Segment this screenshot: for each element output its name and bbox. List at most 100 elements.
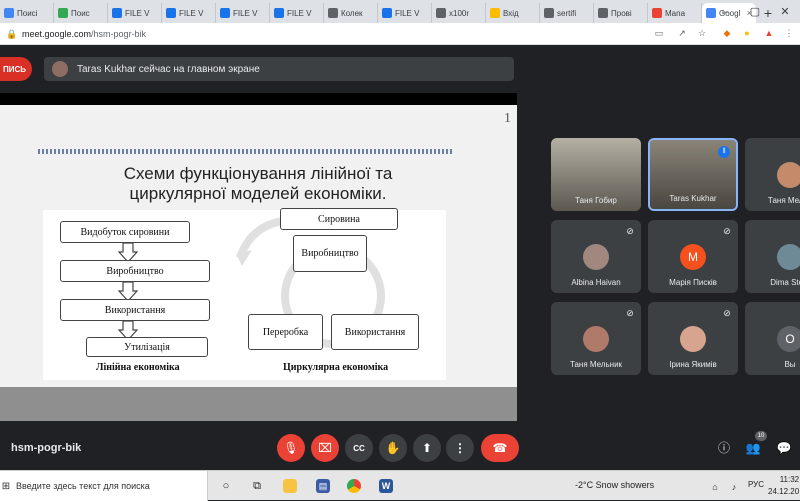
browser-tab[interactable]: FILE V <box>270 3 324 23</box>
file-explorer-icon[interactable] <box>283 479 297 493</box>
participant-name: Таня Гобир <box>575 196 617 205</box>
participant-tile[interactable]: ⊘Таня Мельн <box>745 138 800 211</box>
captions-button[interactable]: CC <box>345 434 373 462</box>
info-icon[interactable]: ⓘ <box>716 440 732 456</box>
presenting-banner: Taras Kukhar сейчас на главном экране <box>44 57 514 81</box>
browser-tab[interactable]: Mana <box>648 3 702 23</box>
browser-tab-label: Вхід <box>503 8 519 18</box>
participant-name: Таня Мельник <box>569 360 623 369</box>
taskbar-search-box[interactable]: ⊞ Введите здесь текст для поиска <box>0 471 208 501</box>
raise-hand-button[interactable]: ✋ <box>379 434 407 462</box>
browser-tab-label: Поисі <box>17 8 38 18</box>
url-path: /hsm-pogr-bik <box>91 28 147 39</box>
browser-tab-label: Mana <box>665 8 686 18</box>
windows-start-icon[interactable]: ⊞ <box>0 481 12 492</box>
browser-tab[interactable]: FILE V <box>378 3 432 23</box>
browser-tab[interactable]: sertifi <box>540 3 594 23</box>
presenting-text: Taras Kukhar сейчас на главном экране <box>77 63 260 75</box>
cortana-icon[interactable]: ○ <box>219 479 233 493</box>
participant-name: Вы <box>784 360 796 369</box>
language-indicator[interactable]: РУС <box>748 480 764 489</box>
browser-tab[interactable]: FILE V <box>108 3 162 23</box>
mic-off-button[interactable]: 🎙 <box>277 434 305 462</box>
mic-muted-icon: ⊘ <box>626 226 634 236</box>
chrome-icon[interactable] <box>347 479 361 493</box>
word-icon[interactable]: W <box>379 479 393 493</box>
main-stage: 1 Схеми функціонування лінійної та цирку… <box>0 93 517 421</box>
url-text: meet.google.com/hsm-pogr-bik <box>22 29 146 39</box>
participant-name: Марія Писків <box>669 278 717 287</box>
avatar <box>777 162 800 188</box>
avatar: O <box>777 326 800 352</box>
browser-tab-label: Колек <box>341 8 363 18</box>
decorative-dashed-line <box>38 149 454 154</box>
pdf-extension-icon[interactable]: ▲ <box>763 27 775 39</box>
browser-tab[interactable]: Прові <box>594 3 648 23</box>
meeting-code: hsm-pogr-bik <box>11 442 82 454</box>
browser-tab-label: Поис <box>71 8 90 18</box>
browser-tab-label: FILE V <box>287 8 312 18</box>
presentation-slide: 1 Схеми функціонування лінійної та цирку… <box>0 105 517 421</box>
volume-icon[interactable]: ♪ <box>727 480 741 494</box>
circular-box-production: Виробництво <box>293 235 367 272</box>
linear-box-production: Виробництво <box>60 260 210 282</box>
browser-tab[interactable]: Вхід <box>486 3 540 23</box>
circular-caption: Циркулярна економіка <box>283 362 389 373</box>
browser-tab[interactable]: Поис <box>54 3 108 23</box>
circular-box-processing: Переробка <box>248 314 323 350</box>
globe-icon <box>598 8 608 18</box>
mic-muted-icon: ⊘ <box>723 308 731 318</box>
lock-icon[interactable]: 🔒 <box>6 28 18 40</box>
end-call-button[interactable]: ☎ <box>481 434 519 462</box>
bookmark-star-icon[interactable]: ☆ <box>696 27 708 39</box>
menu-icon[interactable]: ⋮ <box>783 27 795 39</box>
avatar: M <box>680 244 706 270</box>
participant-tile[interactable]: ⊘ Таня Мельник <box>551 302 641 375</box>
network-icon[interactable]: ⌂ <box>708 480 722 494</box>
browser-tab[interactable]: FILE V <box>162 3 216 23</box>
weather-widget[interactable]: -2°C Snow showers <box>575 480 654 490</box>
linear-box-extraction: Видобуток сировини <box>60 221 190 243</box>
file-icon <box>274 8 284 18</box>
browser-tab[interactable]: Поисі <box>0 3 54 23</box>
circular-box-raw: Сировина <box>280 208 398 230</box>
leaf-icon <box>58 8 68 18</box>
avatar <box>583 244 609 270</box>
linear-box-use: Використання <box>60 299 210 321</box>
mic-muted-icon: ⊘ <box>626 308 634 318</box>
participant-tile[interactable]: ⊘Dima Stefa <box>745 220 800 293</box>
minimize-icon[interactable]: – <box>710 0 740 23</box>
browser-tab[interactable]: x100r <box>432 3 486 23</box>
store-icon[interactable]: ▤ <box>316 479 330 493</box>
extension-icon[interactable]: ◆ <box>721 27 733 39</box>
browser-tab[interactable]: FILE V <box>216 3 270 23</box>
participant-tile[interactable]: ⊘ Albina Haivan <box>551 220 641 293</box>
extension-icon[interactable]: ● <box>741 27 753 39</box>
camera-icon[interactable]: ▭ <box>653 27 665 39</box>
participant-tile[interactable]: ⊘ Ірина Якимів <box>648 302 738 375</box>
url-host: meet.google.com <box>22 28 92 39</box>
camera-off-button[interactable]: ⌧ <box>311 434 339 462</box>
slide-title-line-2: циркулярної моделей економіки. <box>129 184 387 203</box>
clock[interactable]: 11:32 24.12.20 <box>768 474 799 498</box>
task-view-icon[interactable]: ⧉ <box>250 479 264 493</box>
share-icon[interactable]: ↗ <box>676 27 688 39</box>
record-label: ПИСЬ <box>3 64 27 74</box>
linear-box-disposal: Утилізація <box>86 337 208 357</box>
more-options-button[interactable]: ⋮ <box>446 434 474 462</box>
close-window-icon[interactable]: ✕ <box>770 0 800 23</box>
participant-tile[interactable]: M ⊘ Марія Писків <box>648 220 738 293</box>
participant-tile[interactable]: Таня Гобир <box>551 138 641 211</box>
clock-date: 24.12.20 <box>768 487 800 496</box>
chat-icon[interactable]: 💬 <box>776 440 792 456</box>
participant-tile[interactable]: O⊘Вы <box>745 302 800 375</box>
browser-tab[interactable]: Колек <box>324 3 378 23</box>
circular-box-use: Використання <box>331 314 419 350</box>
avatar <box>52 61 68 77</box>
people-icon[interactable]: 👥 <box>745 440 761 456</box>
present-screen-button[interactable]: ⬆ <box>413 434 441 462</box>
participant-name: Albina Haivan <box>571 278 621 287</box>
participant-name: Taras Kukhar <box>669 194 717 203</box>
participant-tile[interactable]: ⦀ Taras Kukhar <box>648 138 738 211</box>
maximize-icon[interactable]: ▢ <box>740 0 770 23</box>
